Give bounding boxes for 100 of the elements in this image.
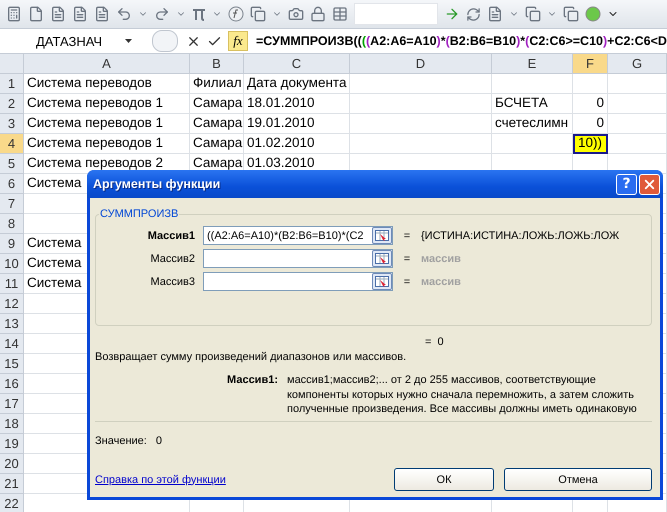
argument-label: Массив2: [149, 252, 196, 264]
range-select-button[interactable]: [372, 250, 392, 267]
row-header[interactable]: 3: [0, 114, 24, 134]
column-header[interactable]: G: [608, 54, 667, 74]
row-header[interactable]: 19: [0, 434, 24, 454]
row-header[interactable]: 16: [0, 374, 24, 394]
table-cell[interactable]: 0: [573, 94, 608, 114]
row-header[interactable]: 8: [0, 214, 24, 234]
document-icon[interactable]: [50, 6, 66, 22]
table-cell[interactable]: [608, 114, 667, 134]
table-cell[interactable]: 18.01.2010: [244, 94, 350, 114]
row-header[interactable]: 2: [0, 94, 24, 114]
table-cell[interactable]: [350, 94, 492, 114]
row-header[interactable]: 14: [0, 334, 24, 354]
column-header[interactable]: D: [350, 54, 492, 74]
argument-field[interactable]: [203, 249, 393, 268]
table-cell[interactable]: Филиал: [190, 74, 244, 94]
argument-result: {ИСТИНА:ИСТИНА:ЛОЖЬ:ЛОЖЬ:ЛОЖ: [421, 230, 620, 242]
refresh-icon[interactable]: [466, 6, 481, 22]
table-cell[interactable]: Самара: [190, 114, 244, 134]
row-header[interactable]: 22: [0, 494, 24, 512]
table-cell[interactable]: [608, 74, 667, 94]
cancel-button[interactable]: Отмена: [504, 468, 652, 491]
value-text: 0: [156, 434, 162, 446]
table-cell[interactable]: Система переводов 1: [24, 114, 190, 134]
row-header[interactable]: 9: [0, 234, 24, 254]
table-cell[interactable]: Система переводов 1: [24, 94, 190, 114]
argument-field[interactable]: [203, 272, 393, 291]
table-cell[interactable]: [608, 94, 667, 114]
table-cell[interactable]: [608, 134, 667, 154]
argument-result: массив: [421, 276, 462, 288]
formula-text[interactable]: =СУММПРОИЗВ((((A2:A6=A10)*(B2:B6=B10)*(C2:C6>=C10)+C2:C6<D: [256, 34, 667, 48]
table-icon[interactable]: [332, 6, 348, 22]
row-header[interactable]: 20: [0, 454, 24, 474]
range-select-button[interactable]: [372, 227, 392, 244]
copy-icon[interactable]: [525, 6, 541, 22]
table-cell[interactable]: [350, 134, 492, 154]
row-header[interactable]: 5: [0, 154, 24, 174]
table-cell[interactable]: [350, 74, 492, 94]
table-cell[interactable]: счетеслимн: [492, 114, 573, 134]
range-select-icon: [375, 230, 389, 241]
column-header[interactable]: E: [492, 54, 573, 74]
table-cell[interactable]: 19.01.2010: [244, 114, 350, 134]
row-header[interactable]: 6: [0, 174, 24, 194]
resize-handle[interactable]: [152, 30, 178, 52]
row-header[interactable]: 18: [0, 414, 24, 434]
ok-button[interactable]: ОК: [394, 468, 494, 491]
close-button[interactable]: [639, 174, 660, 194]
help-button[interactable]: ?: [616, 174, 637, 194]
insert-function-button[interactable]: fx: [228, 31, 248, 51]
shapes-icon[interactable]: [250, 6, 266, 22]
argument-help-label: Массив1:: [226, 373, 279, 388]
row-header[interactable]: 21: [0, 474, 24, 494]
calculator-icon[interactable]: [6, 6, 22, 22]
row-header[interactable]: 10: [0, 254, 24, 274]
function-icon[interactable]: [228, 6, 244, 22]
arrow-icon[interactable]: [444, 6, 460, 22]
document-icon[interactable]: [94, 6, 110, 22]
undo-icon[interactable]: [116, 6, 132, 22]
function-description: Возвращает сумму произведений диапазонов или массивов.: [95, 351, 408, 363]
equals-sign: =: [402, 230, 412, 242]
table-cell[interactable]: [492, 74, 573, 94]
row-header[interactable]: 15: [0, 354, 24, 374]
table-cell[interactable]: 01.02.2010: [244, 134, 350, 154]
name-box[interactable]: ДАТАЗНАЧ: [0, 31, 140, 51]
row-header[interactable]: 1: [0, 74, 24, 94]
table-cell[interactable]: [350, 114, 492, 134]
row-header[interactable]: 17: [0, 394, 24, 414]
copy-icon[interactable]: [563, 6, 579, 22]
pi-icon[interactable]: [192, 7, 206, 21]
table-cell[interactable]: Дата документа: [244, 74, 350, 94]
table-cell[interactable]: Самара: [190, 134, 244, 154]
table-cell[interactable]: [573, 74, 608, 94]
row-header[interactable]: 11: [0, 274, 24, 294]
document-icon[interactable]: [487, 6, 503, 22]
column-header[interactable]: C: [244, 54, 350, 74]
row-header[interactable]: 12: [0, 294, 24, 314]
table-cell[interactable]: БСЧЕТА: [492, 94, 573, 114]
table-cell[interactable]: Система переводов: [24, 74, 190, 94]
argument-field[interactable]: ((A2:A6=A10)*(B2:B6=B10)*(C2: [203, 226, 393, 245]
column-header[interactable]: B: [190, 54, 244, 74]
argument-help-text: массив1;массив2;... от 2 до 255 массивов, соответствующие компоненты которых нужно сначала перемножить, а затем сложить полученные произведения. Все массивы должны иметь одинаковую: [287, 373, 638, 416]
table-cell[interactable]: Самара: [190, 94, 244, 114]
circle-icon[interactable]: [585, 6, 601, 22]
row-header[interactable]: 13: [0, 314, 24, 334]
document-icon[interactable]: [72, 6, 88, 22]
table-cell[interactable]: 10)): [573, 134, 608, 154]
help-link[interactable]: Справка по этой функции: [95, 474, 384, 486]
camera-icon[interactable]: [288, 6, 304, 22]
row-header[interactable]: 7: [0, 194, 24, 214]
column-header[interactable]: A: [24, 54, 190, 74]
range-select-button[interactable]: [372, 273, 392, 290]
toolbar-field[interactable]: [354, 3, 438, 25]
document-icon[interactable]: [28, 6, 44, 22]
column-header[interactable]: F: [573, 54, 608, 74]
row-header[interactable]: 4: [0, 134, 24, 154]
table-cell[interactable]: Система переводов 1: [24, 134, 190, 154]
range-select-icon: [375, 253, 389, 264]
lock-icon[interactable]: [310, 6, 326, 22]
redo-icon[interactable]: [154, 6, 170, 22]
